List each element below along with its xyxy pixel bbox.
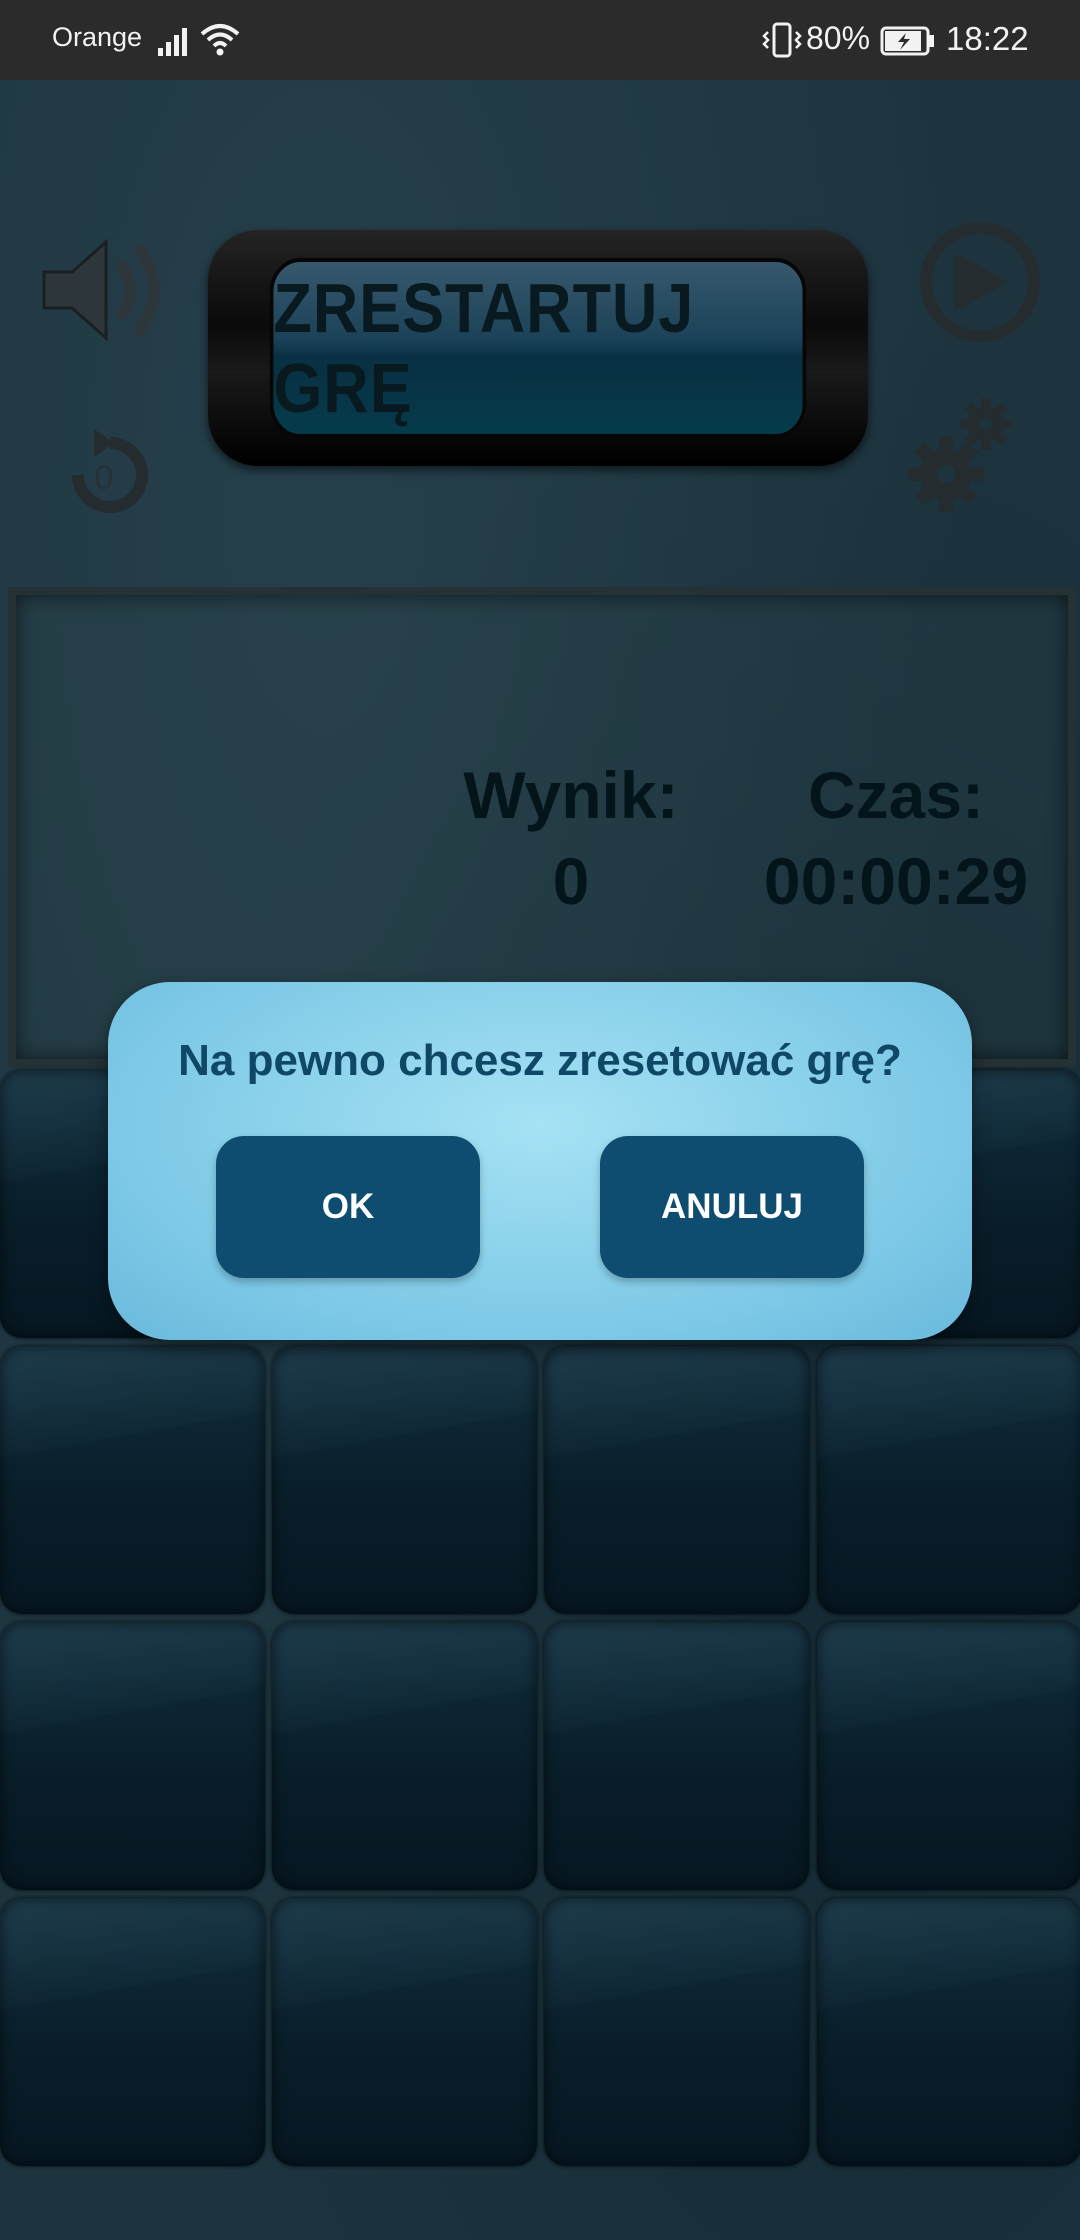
game-tile[interactable] bbox=[817, 1898, 1080, 2166]
cancel-button[interactable]: ANULUJ bbox=[600, 1136, 864, 1278]
play-icon[interactable] bbox=[918, 220, 1042, 348]
game-tile[interactable] bbox=[0, 1346, 265, 1614]
restart-counter-icon: 0 bbox=[54, 425, 164, 529]
game-tile[interactable] bbox=[272, 1346, 537, 1614]
game-tile[interactable] bbox=[817, 1622, 1080, 1890]
battery-charging-icon bbox=[880, 26, 936, 61]
battery-percent: 80% bbox=[806, 20, 871, 56]
time-value: 00:00:29 bbox=[763, 844, 1029, 918]
game-tile[interactable] bbox=[544, 1898, 809, 2166]
restart-counter-value: 0 bbox=[95, 459, 114, 497]
ok-button[interactable]: OK bbox=[216, 1136, 480, 1278]
game-tile[interactable] bbox=[544, 1346, 809, 1614]
dialog-message: Na pewno chcesz zresetować grę? bbox=[178, 1036, 902, 1085]
carrier-name: Orange bbox=[52, 22, 143, 52]
score-value: 0 bbox=[552, 844, 590, 918]
reset-confirm-dialog: Na pewno chcesz zresetować grę? OK ANULU… bbox=[108, 982, 972, 1340]
game-tile[interactable] bbox=[272, 1622, 537, 1890]
game-tile[interactable] bbox=[544, 1622, 809, 1890]
settings-icon[interactable] bbox=[906, 394, 1016, 528]
status-bar: Orange 80% 18:22 bbox=[0, 0, 1080, 80]
game-tile[interactable] bbox=[0, 1622, 265, 1890]
score-label: Wynik: bbox=[463, 758, 679, 832]
game-tile[interactable] bbox=[0, 1898, 265, 2166]
vibrate-icon bbox=[762, 22, 802, 63]
game-tile[interactable] bbox=[272, 1898, 537, 2166]
restart-game-button[interactable]: ZRESTARTUJ GRĘ bbox=[269, 258, 807, 438]
clock: 18:22 bbox=[946, 20, 1029, 57]
game-tile[interactable] bbox=[817, 1346, 1080, 1614]
time-label: Czas: bbox=[807, 758, 985, 832]
wifi-icon bbox=[200, 22, 240, 63]
sound-icon[interactable] bbox=[36, 230, 176, 354]
signal-icon bbox=[158, 24, 194, 61]
